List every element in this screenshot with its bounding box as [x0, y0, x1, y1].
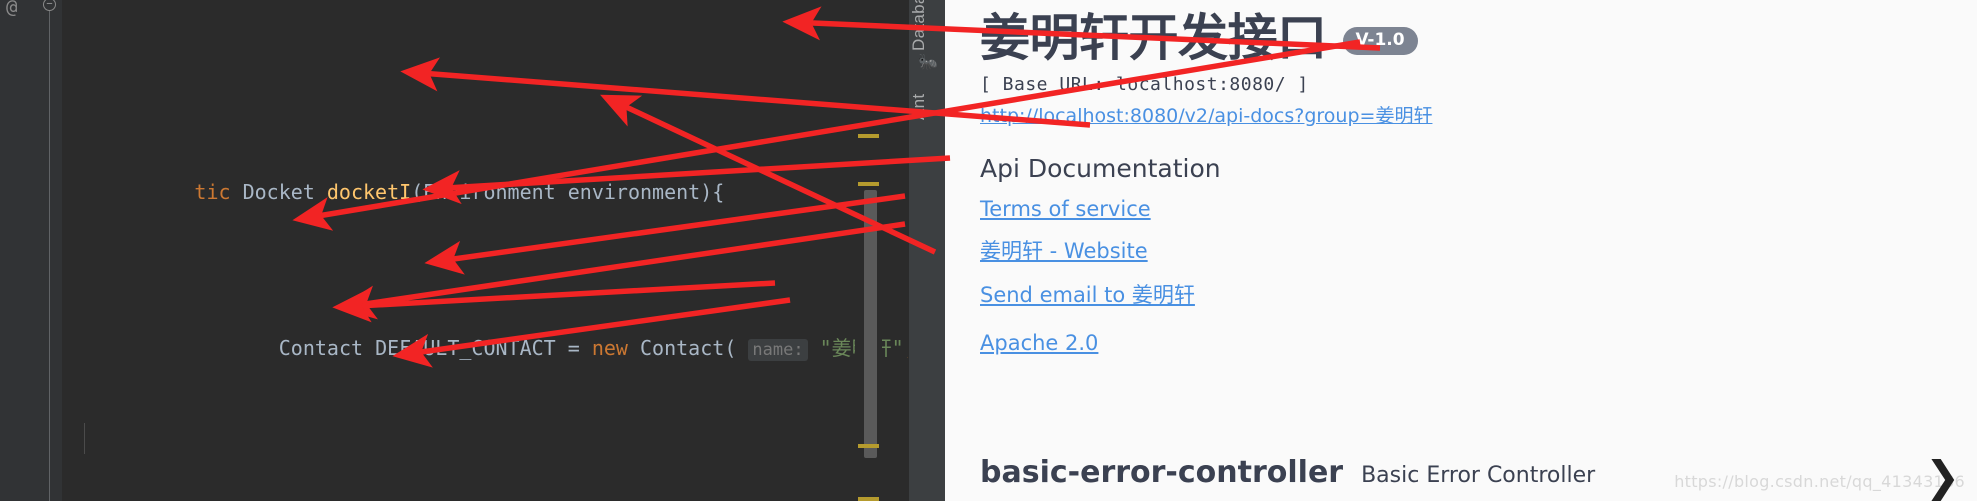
token-docketi-method: docketI	[326, 180, 412, 204]
tag-description: Basic Error Controller	[1361, 463, 1596, 488]
token-docket-type: Docket	[242, 180, 315, 204]
tool-tab-ant[interactable]: Ant	[909, 74, 945, 140]
tool-window-strip[interactable]: Database 🐜 Ant	[908, 0, 945, 501]
terms-of-service-link[interactable]: Terms of service	[980, 197, 1151, 221]
token-environment-type: Environment	[423, 180, 556, 204]
operation-tag-header[interactable]: basic-error-controller Basic Error Contr…	[980, 455, 1595, 490]
inspection-marker-2[interactable]	[858, 182, 879, 186]
swagger-info-block: 姜明轩开发接口 V-1.0 [ Base URL: localhost:8080…	[980, 0, 1970, 355]
version-badge: V-1.0	[1342, 27, 1418, 55]
csdn-watermark: https://blog.csdn.net/qq_41343166	[1674, 472, 1965, 491]
inspection-marker-4[interactable]	[858, 497, 879, 501]
code-line-contact-decl: Contact DEFAULT_CONTACT = new Contact( n…	[62, 268, 916, 361]
code-content[interactable]: tic Docket docketI(Environment environme…	[62, 0, 916, 501]
param-hint-name: name:	[748, 339, 808, 361]
inspection-marker-1[interactable]	[858, 134, 879, 138]
token-contact-ctor: Contact	[640, 336, 725, 360]
tag-name: basic-error-controller	[980, 455, 1344, 490]
ant-icon: 🐜	[918, 54, 938, 71]
editor-scrollbar-thumb[interactable]	[864, 190, 877, 458]
api-docs-link[interactable]: http://localhost:8080/v2/api-docs?group=…	[980, 101, 1432, 128]
swagger-title-row: 姜明轩开发接口 V-1.0	[980, 0, 1970, 68]
token-static-keyword: tic	[194, 180, 231, 204]
ide-editor-pane[interactable]: @ − tic Docket docketI(Environment envir…	[0, 0, 945, 501]
inspection-marker-3[interactable]	[858, 444, 879, 448]
base-url-text: [ Base URL: localhost:8080/ ]	[980, 74, 1309, 95]
fold-collapse-glyph: −	[43, 0, 56, 11]
token-default-contact-var: DEFAULT_CONTACT	[375, 336, 556, 360]
send-email-link[interactable]: Send email to 姜明轩	[980, 279, 1195, 309]
screenshot-root: @ − tic Docket docketI(Environment envir…	[0, 0, 1977, 501]
page-title: 姜明轩开发接口	[980, 9, 1327, 67]
code-line-url: url: "http://www.baidu.com",	[62, 423, 882, 454]
code-line-method-signature: tic Docket docketI(Environment environme…	[194, 180, 725, 204]
annotation-at-icon: @	[6, 0, 18, 18]
swagger-ui-pane[interactable]: 姜明轩开发接口 V-1.0 [ Base URL: localhost:8080…	[945, 0, 1977, 501]
token-environment-param: environment	[567, 180, 701, 204]
api-description: Api Documentation	[980, 154, 1221, 183]
license-link[interactable]: Apache 2.0	[980, 331, 1098, 355]
website-link[interactable]: 姜明轩 - Website	[980, 235, 1148, 265]
editor-gutter: @ −	[0, 0, 62, 501]
token-new-keyword-1: new	[591, 336, 628, 360]
chevron-right-icon[interactable]: ❯	[1925, 456, 1960, 498]
token-contact-type: Contact	[278, 336, 364, 360]
code-fold-icon[interactable]: −	[41, 0, 58, 501]
